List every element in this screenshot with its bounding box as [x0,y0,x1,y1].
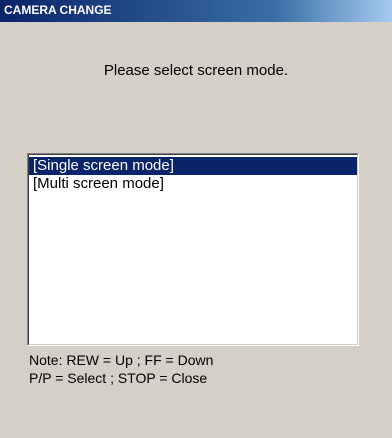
window-title: CAMERA CHANGE [4,3,112,17]
camera-change-dialog: CAMERA CHANGE Please select screen mode.… [0,0,392,438]
screen-mode-listbox[interactable]: [Single screen mode] [Multi screen mode] [27,153,359,346]
note-actions: P/P = Select ; STOP = Close [29,370,208,386]
listbox-content: [Single screen mode] [Multi screen mode] [28,154,358,345]
list-item-single-screen-mode[interactable]: [Single screen mode] [29,157,357,175]
title-bar[interactable]: CAMERA CHANGE [0,0,392,22]
list-item-multi-screen-mode[interactable]: [Multi screen mode] [29,175,357,193]
note-navigation: Note: REW = Up ; FF = Down [29,352,214,368]
prompt-text: Please select screen mode. [103,62,289,79]
